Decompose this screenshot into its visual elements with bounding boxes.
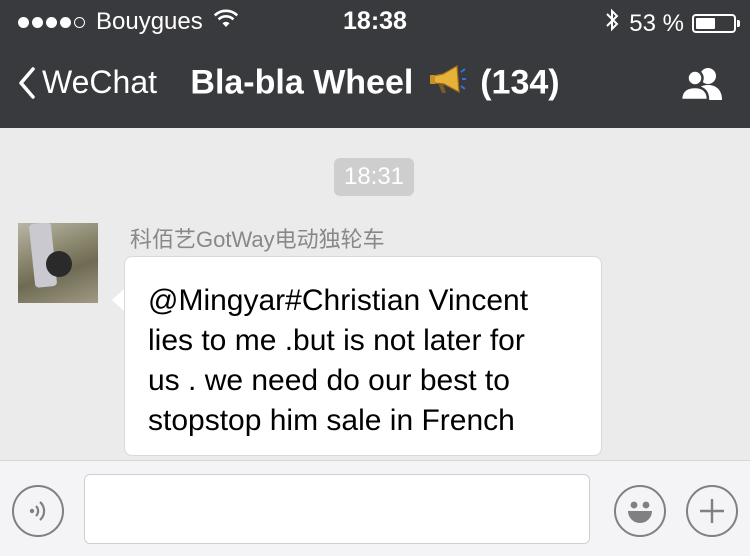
status-right: 53 % [605,8,740,39]
chat-area[interactable]: 18:31 科佰艺GotWay电动独轮车 @Mingyar#Christian … [0,128,750,460]
more-options-button[interactable] [686,485,738,537]
avatar-photo-wheel [46,251,72,277]
bluetooth-icon [605,8,619,39]
battery-icon [692,14,740,33]
megaphone-icon [427,62,467,107]
group-contacts-icon [679,68,722,102]
app-header: Bouygues 18:38 53 % WeChat Bla-bla Wheel… [0,0,750,128]
emoji-icon [628,501,652,523]
emoji-button[interactable] [614,485,666,537]
battery-percent: 53 % [629,9,684,37]
message-text: @Mingyar#Christian Vincent lies to me .b… [148,284,529,437]
chat-title: Bla-bla Wheel (134) [0,62,750,107]
sender-name: 科佰艺GotWay电动独轮车 [130,227,385,252]
voice-icon [29,501,46,521]
chat-members-button[interactable] [678,66,726,107]
input-bar [0,460,750,556]
battery-level-fill [696,18,715,29]
nav-bar: WeChat Bla-bla Wheel (134) [0,42,750,128]
status-bar: Bouygues 18:38 53 % [0,0,750,42]
chat-title-name: Bla-bla Wheel [190,63,414,102]
voice-button[interactable] [12,485,64,537]
plus-icon [700,499,724,523]
message-bubble[interactable]: @Mingyar#Christian Vincent lies to me .b… [124,256,602,456]
message-input[interactable] [84,474,590,544]
member-count: (134) [480,63,560,102]
message-timestamp: 18:31 [334,158,414,196]
sender-avatar[interactable] [18,223,98,303]
